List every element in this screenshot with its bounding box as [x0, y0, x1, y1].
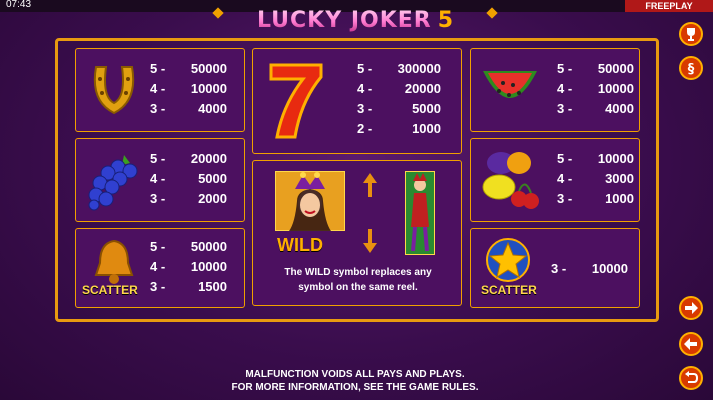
paytable-panel-seven: 5 -300000 4 -20000 3 -5000 2 -1000 — [252, 48, 462, 154]
paytable-values: 5 -50000 4 -10000 3 -1500 — [150, 237, 227, 297]
seven-icon — [269, 63, 323, 139]
wild-label: WILD — [277, 235, 323, 255]
paytable-values: 5 -300000 4 -20000 3 -5000 2 -1000 — [357, 59, 441, 139]
clock: 07:43 — [6, 0, 32, 10]
paytable-values: 5 -50000 4 -10000 3 -4000 — [557, 59, 634, 119]
paytable-values: 5 -20000 4 -5000 3 -2000 — [150, 149, 227, 209]
freeplay-badge: FREEPLAY — [625, 0, 713, 12]
paytable-panel-star: SCATTER 3 -10000 — [470, 228, 640, 308]
pay-row: 5 -300000 — [357, 61, 441, 76]
paragraph-icon: § — [688, 62, 695, 76]
bell-scatter-label: SCATTER — [82, 283, 138, 297]
svg-text:§: § — [688, 62, 695, 76]
pay-row: 3 -5000 — [357, 101, 441, 116]
arrow-right-icon — [685, 302, 698, 314]
pay-row: 4 -5000 — [150, 171, 227, 186]
pay-row: 4 -20000 — [357, 81, 441, 96]
paytable-values: 5 -10000 4 -3000 3 -1000 — [557, 149, 634, 209]
grapes-icon — [88, 155, 138, 211]
next-page-button[interactable] — [679, 296, 703, 320]
arrow-left-icon — [684, 338, 697, 350]
disclaimer-line2: FOR MORE INFORMATION, SEE THE GAME RULES… — [231, 382, 479, 393]
disclaimer-line1: MALFUNCTION VOIDS ALL PAYS AND PLAYS. — [245, 369, 465, 380]
star-icon — [486, 238, 530, 282]
return-to-game-button[interactable] — [679, 366, 703, 390]
wild-description-line2: symbol on the same reel. — [298, 282, 418, 293]
paytable-values: 3 -10000 — [551, 259, 628, 279]
pay-row: 3 -1500 — [150, 279, 227, 294]
joker-wild-icon — [275, 171, 345, 231]
pay-row: 4 -10000 — [150, 259, 227, 274]
fruit-mix-icon — [482, 152, 539, 209]
pay-row: 3 -1000 — [557, 191, 634, 206]
pay-row: 4 -10000 — [557, 81, 634, 96]
pay-row: 5 -20000 — [150, 151, 227, 166]
wild-description: The WILD symbol replaces any symbol on t… — [258, 265, 458, 295]
paytable-values: 5 -50000 4 -10000 3 -4000 — [150, 59, 227, 119]
footer-disclaimer: MALFUNCTION VOIDS ALL PAYS AND PLAYS. FO… — [180, 368, 530, 394]
paytable-panel-horseshoe: 5 -50000 4 -10000 3 -4000 — [75, 48, 245, 132]
return-icon — [685, 371, 699, 383]
watermelon-icon — [483, 71, 537, 98]
rules-button[interactable]: § — [679, 56, 703, 80]
previous-page-button[interactable] — [679, 332, 703, 356]
horseshoe-icon — [93, 66, 135, 115]
game-logo: LUCKY JOKER 5 — [210, 8, 500, 34]
joker-full-reel-icon — [405, 171, 435, 255]
trophy-icon — [687, 28, 695, 41]
pay-row: 3 -10000 — [551, 261, 628, 276]
pay-row: 3 -4000 — [150, 101, 227, 116]
pay-row: 2 -1000 — [357, 121, 441, 136]
wild-panel: WILD The WILD symbol replaces any symbol… — [252, 160, 462, 306]
star-scatter-label: SCATTER — [481, 283, 537, 297]
bell-icon — [94, 239, 134, 284]
paytable-panel-watermelon: 5 -50000 4 -10000 3 -4000 — [470, 48, 640, 132]
pay-row: 5 -10000 — [557, 151, 634, 166]
logo-number: 5 — [437, 8, 454, 33]
paytable-panel-fruits: 5 -10000 4 -3000 3 -1000 — [470, 138, 640, 222]
pay-row: 5 -50000 — [150, 239, 227, 254]
wild-description-line1: The WILD symbol replaces any — [284, 267, 432, 278]
up-down-arrows-icon — [363, 173, 377, 253]
paytable-panel-bell: SCATTER 5 -50000 4 -10000 3 -1500 — [75, 228, 245, 308]
pay-row: 3 -2000 — [150, 191, 227, 206]
logo-text: LUCKY JOKER — [256, 8, 432, 33]
trophy-button[interactable] — [679, 22, 703, 46]
pay-row: 3 -4000 — [557, 101, 634, 116]
pay-row: 5 -50000 — [150, 61, 227, 76]
pay-row: 4 -3000 — [557, 171, 634, 186]
pay-row: 5 -50000 — [557, 61, 634, 76]
pay-row: 4 -10000 — [150, 81, 227, 96]
paytable-panel-grapes: 5 -20000 4 -5000 3 -2000 — [75, 138, 245, 222]
